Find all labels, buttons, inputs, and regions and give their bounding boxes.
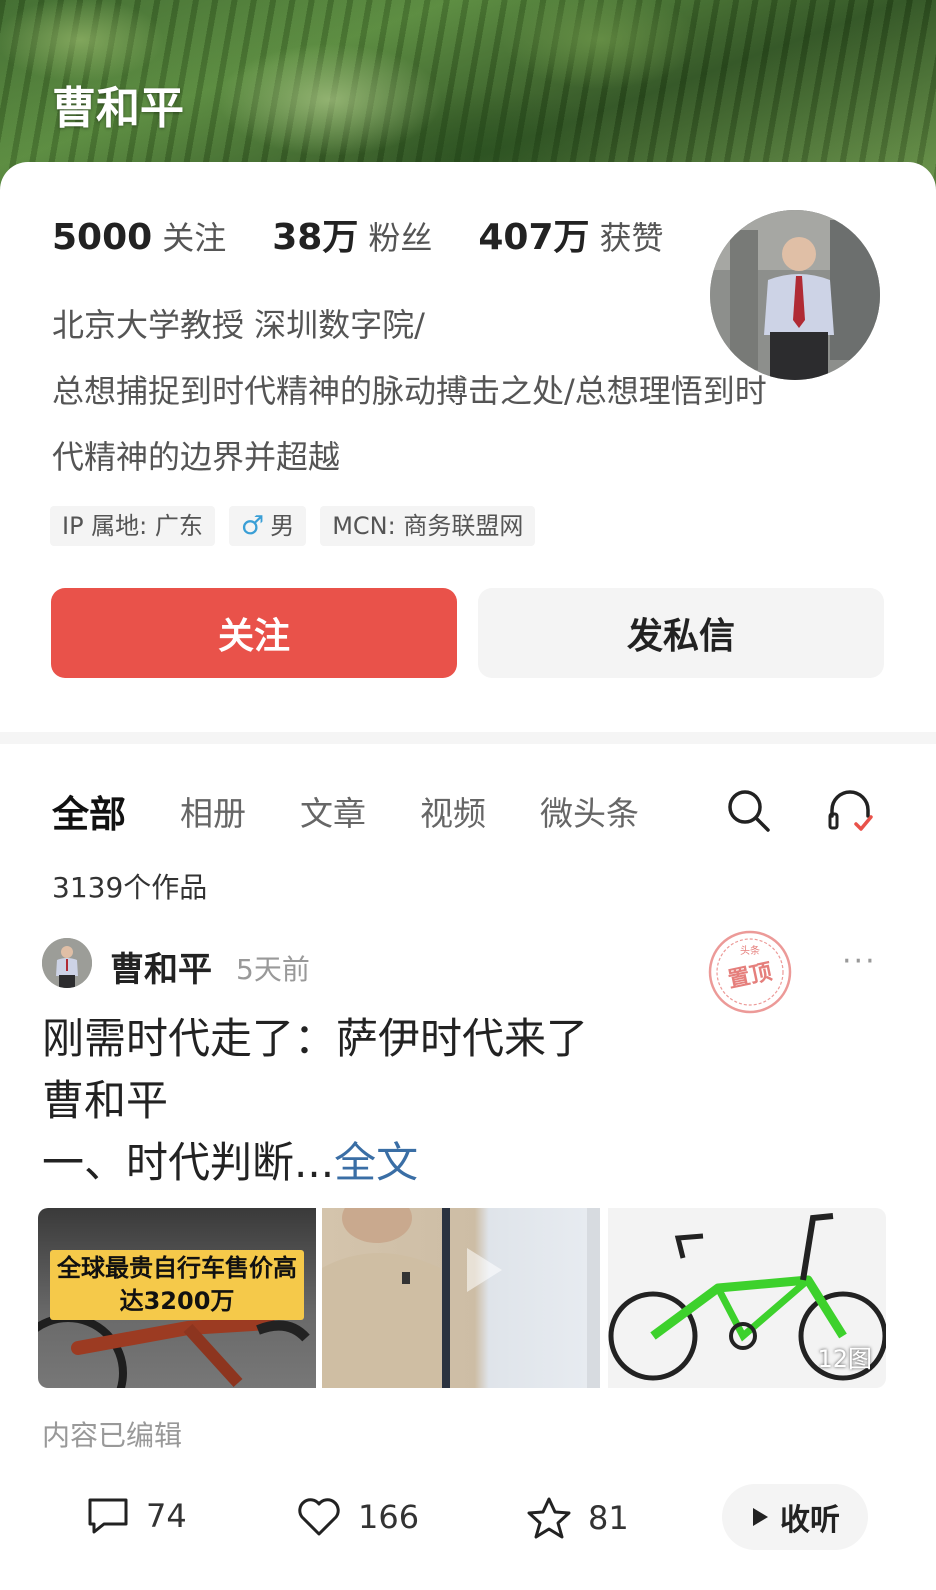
followers-label: 粉丝: [368, 219, 433, 257]
profile-bio: 北京大学教授 深圳数字院/ 总想捕捉到时代精神的脉动搏击之处/总想理悟到时 代精…: [52, 292, 892, 490]
headphones-icon[interactable]: [826, 786, 874, 834]
comment-icon: [88, 1498, 128, 1534]
search-icon[interactable]: [724, 786, 772, 834]
like-action[interactable]: 166: [296, 1496, 419, 1538]
post-content[interactable]: 刚需时代走了：萨伊时代来了 曹和平 一、时代判断...全文: [42, 1008, 902, 1194]
pinned-stamp-icon: 头条 置顶: [706, 928, 794, 1016]
bio-line: 代精神的边界并超越: [52, 438, 341, 476]
post-excerpt-line: 一、时代判断...全文: [42, 1132, 902, 1194]
pinned-stamp-top: 头条: [740, 944, 760, 957]
bio-line: 总想捕捉到时代精神的脉动搏击之处/总想理悟到时: [52, 372, 767, 410]
post-excerpt: 一、时代判断...: [42, 1138, 335, 1187]
more-options-button[interactable]: ···: [842, 944, 877, 979]
tab-videos[interactable]: 视频: [420, 787, 486, 835]
following-stat[interactable]: 5000 关注: [52, 213, 226, 259]
content-tabs: 全部 相册 文章 视频 微头条: [52, 784, 693, 838]
mcn-tag: MCN: 商务联盟网: [320, 506, 536, 546]
profile-stats: 5000 关注 38万 粉丝 407万 获赞: [52, 208, 710, 260]
pinned-stamp-label: 置顶: [726, 960, 774, 994]
listen-button[interactable]: 收听: [722, 1484, 868, 1550]
heart-icon: [298, 1498, 340, 1536]
works-count: 3139个作品: [52, 871, 208, 904]
post-image-2[interactable]: [322, 1208, 600, 1388]
bio-line: 北京大学教授 深圳数字院/: [52, 306, 425, 344]
banner-line: 达3200万: [119, 1287, 235, 1315]
listen-label: 收听: [780, 1503, 840, 1538]
likes-stat[interactable]: 407万 获赞: [478, 208, 663, 260]
favorite-count: 81: [588, 1499, 629, 1537]
banner-line: 全球最贵自行车售价高: [57, 1254, 297, 1282]
following-count: 5000: [52, 217, 153, 258]
like-count: 166: [358, 1498, 420, 1536]
post-author-avatar[interactable]: [42, 938, 92, 988]
likes-received-label: 获赞: [599, 219, 664, 257]
gender-tag: ♂ 男: [228, 506, 307, 546]
image-count-badge: 12图: [817, 1345, 872, 1373]
tab-articles[interactable]: 文章: [300, 787, 366, 835]
edited-notice: 内容已编辑: [42, 1419, 183, 1452]
male-icon: ♂: [240, 511, 265, 541]
follow-button[interactable]: 关注: [51, 588, 457, 678]
ip-location-tag: IP 属地: 广东: [50, 506, 215, 546]
image-caption-banner: 全球最贵自行车售价高 达3200万: [50, 1250, 304, 1320]
post-timestamp: 5天前: [236, 953, 310, 986]
tab-albums[interactable]: 相册: [180, 787, 246, 835]
post-author-name[interactable]: 曹和平: [110, 942, 212, 991]
post-image-1[interactable]: 全球最贵自行车售价高 达3200万: [38, 1208, 316, 1388]
post-title-line: 刚需时代走了：萨伊时代来了: [42, 1014, 589, 1063]
section-divider: [0, 732, 936, 744]
likes-received-count: 407万: [478, 217, 590, 258]
followers-count: 38万: [272, 217, 359, 258]
gender-label: 男: [270, 512, 295, 540]
post-image-3[interactable]: 12图: [608, 1208, 886, 1388]
following-label: 关注: [162, 219, 227, 257]
star-icon: [527, 1497, 571, 1539]
full-text-link[interactable]: 全文: [334, 1138, 418, 1187]
followers-stat[interactable]: 38万 粉丝: [272, 208, 432, 260]
profile-name: 曹和平: [52, 83, 184, 134]
private-message-button[interactable]: 发私信: [478, 588, 884, 678]
post-title-line: 曹和平: [42, 1076, 169, 1125]
profile-tags: IP 属地: 广东 ♂ 男 MCN: 商务联盟网: [50, 506, 536, 546]
comment-count: 74: [146, 1497, 187, 1535]
favorite-action[interactable]: 81: [526, 1496, 629, 1540]
play-icon: [753, 1508, 768, 1526]
tab-all[interactable]: 全部: [52, 784, 126, 838]
tab-micro-posts[interactable]: 微头条: [540, 787, 639, 835]
comment-action[interactable]: 74: [86, 1496, 187, 1536]
